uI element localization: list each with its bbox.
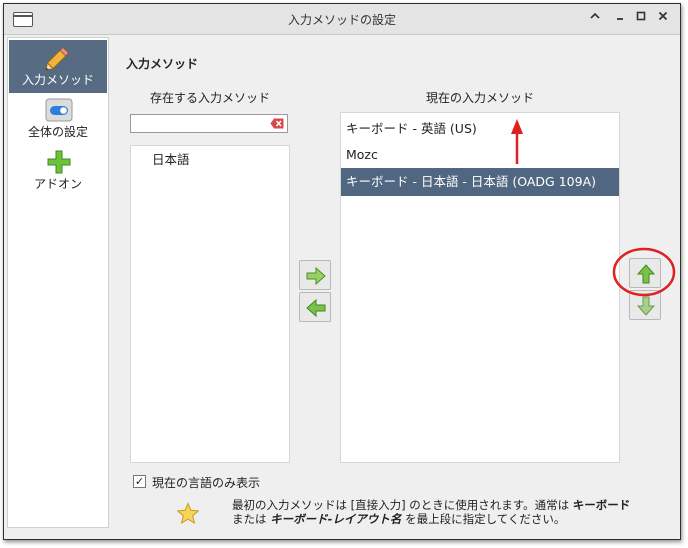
arrow-left-icon: [306, 298, 326, 318]
sidebar-item-label: アドオン: [33, 177, 82, 191]
available-methods-header: 存在する入力メソッド: [149, 91, 270, 105]
minimize-icon: [617, 18, 623, 20]
maximize-icon: [636, 11, 646, 21]
hint-middle: または: [232, 512, 271, 526]
toggle-icon: [45, 98, 73, 122]
list-item[interactable]: Mozc: [341, 141, 619, 169]
hint-prefix: 最初の入力メソッドは [直接入力] のときに使用されます。通常は: [232, 498, 573, 512]
minimize-button[interactable]: [611, 10, 629, 28]
hint-keyboard: キーボード: [572, 498, 631, 512]
hint-suffix: を最上段に指定してください。: [401, 512, 566, 526]
section-title: 入力メソッド: [126, 57, 199, 71]
move-up-button[interactable]: [629, 258, 661, 288]
title-bar: 入力メソッドの設定: [4, 4, 680, 35]
arrow-up-icon: [636, 264, 656, 284]
maximize-button[interactable]: [632, 10, 650, 28]
pencil-icon: [45, 46, 70, 71]
list-item[interactable]: キーボード - 日本語 - 日本語 (OADG 109A): [341, 168, 619, 196]
hint-layout-name: キーボード-レイアウト名: [270, 512, 402, 526]
arrow-right-icon: [306, 266, 326, 286]
move-down-button[interactable]: [629, 290, 661, 320]
add-method-button[interactable]: [299, 260, 331, 290]
sidebar: 入力メソッド 全体の設定 アドオン: [7, 37, 109, 528]
collapse-button[interactable]: [586, 10, 604, 28]
current-methods-list[interactable]: キーボード - 英語 (US) Mozc キーボード - 日本語 - 日本語 (…: [340, 112, 620, 463]
star-icon: [176, 502, 200, 525]
checkbox-label: 現在の言語のみ表示: [152, 476, 261, 490]
arrow-down-icon: [636, 296, 656, 316]
available-methods-list[interactable]: 日本語: [130, 145, 290, 463]
sidebar-item-label: 全体の設定: [27, 125, 88, 139]
plus-icon: [47, 150, 71, 174]
list-item[interactable]: キーボード - 英語 (US): [341, 115, 619, 143]
sidebar-item-input-method[interactable]: 入力メソッド: [9, 40, 107, 93]
current-methods-header: 現在の入力メソッド: [425, 91, 534, 105]
chevron-up-icon: [590, 12, 600, 19]
list-item[interactable]: 日本語: [131, 146, 289, 174]
sidebar-item-addons[interactable]: アドオン: [9, 146, 107, 196]
show-current-language-checkbox[interactable]: ✓: [133, 475, 146, 488]
sidebar-item-global-settings[interactable]: 全体の設定: [9, 96, 107, 144]
search-field[interactable]: [130, 114, 288, 135]
sidebar-item-label: 入力メソッド: [21, 73, 94, 87]
close-icon: [658, 11, 668, 21]
hint-text: 最初の入力メソッドは [直接入力] のときに使用されます。通常は キーボード ま…: [232, 498, 632, 526]
remove-method-button[interactable]: [299, 292, 331, 322]
clear-icon[interactable]: [270, 118, 284, 129]
close-button[interactable]: [654, 10, 672, 28]
search-input[interactable]: [131, 118, 267, 135]
window-title: 入力メソッドの設定: [287, 13, 396, 27]
